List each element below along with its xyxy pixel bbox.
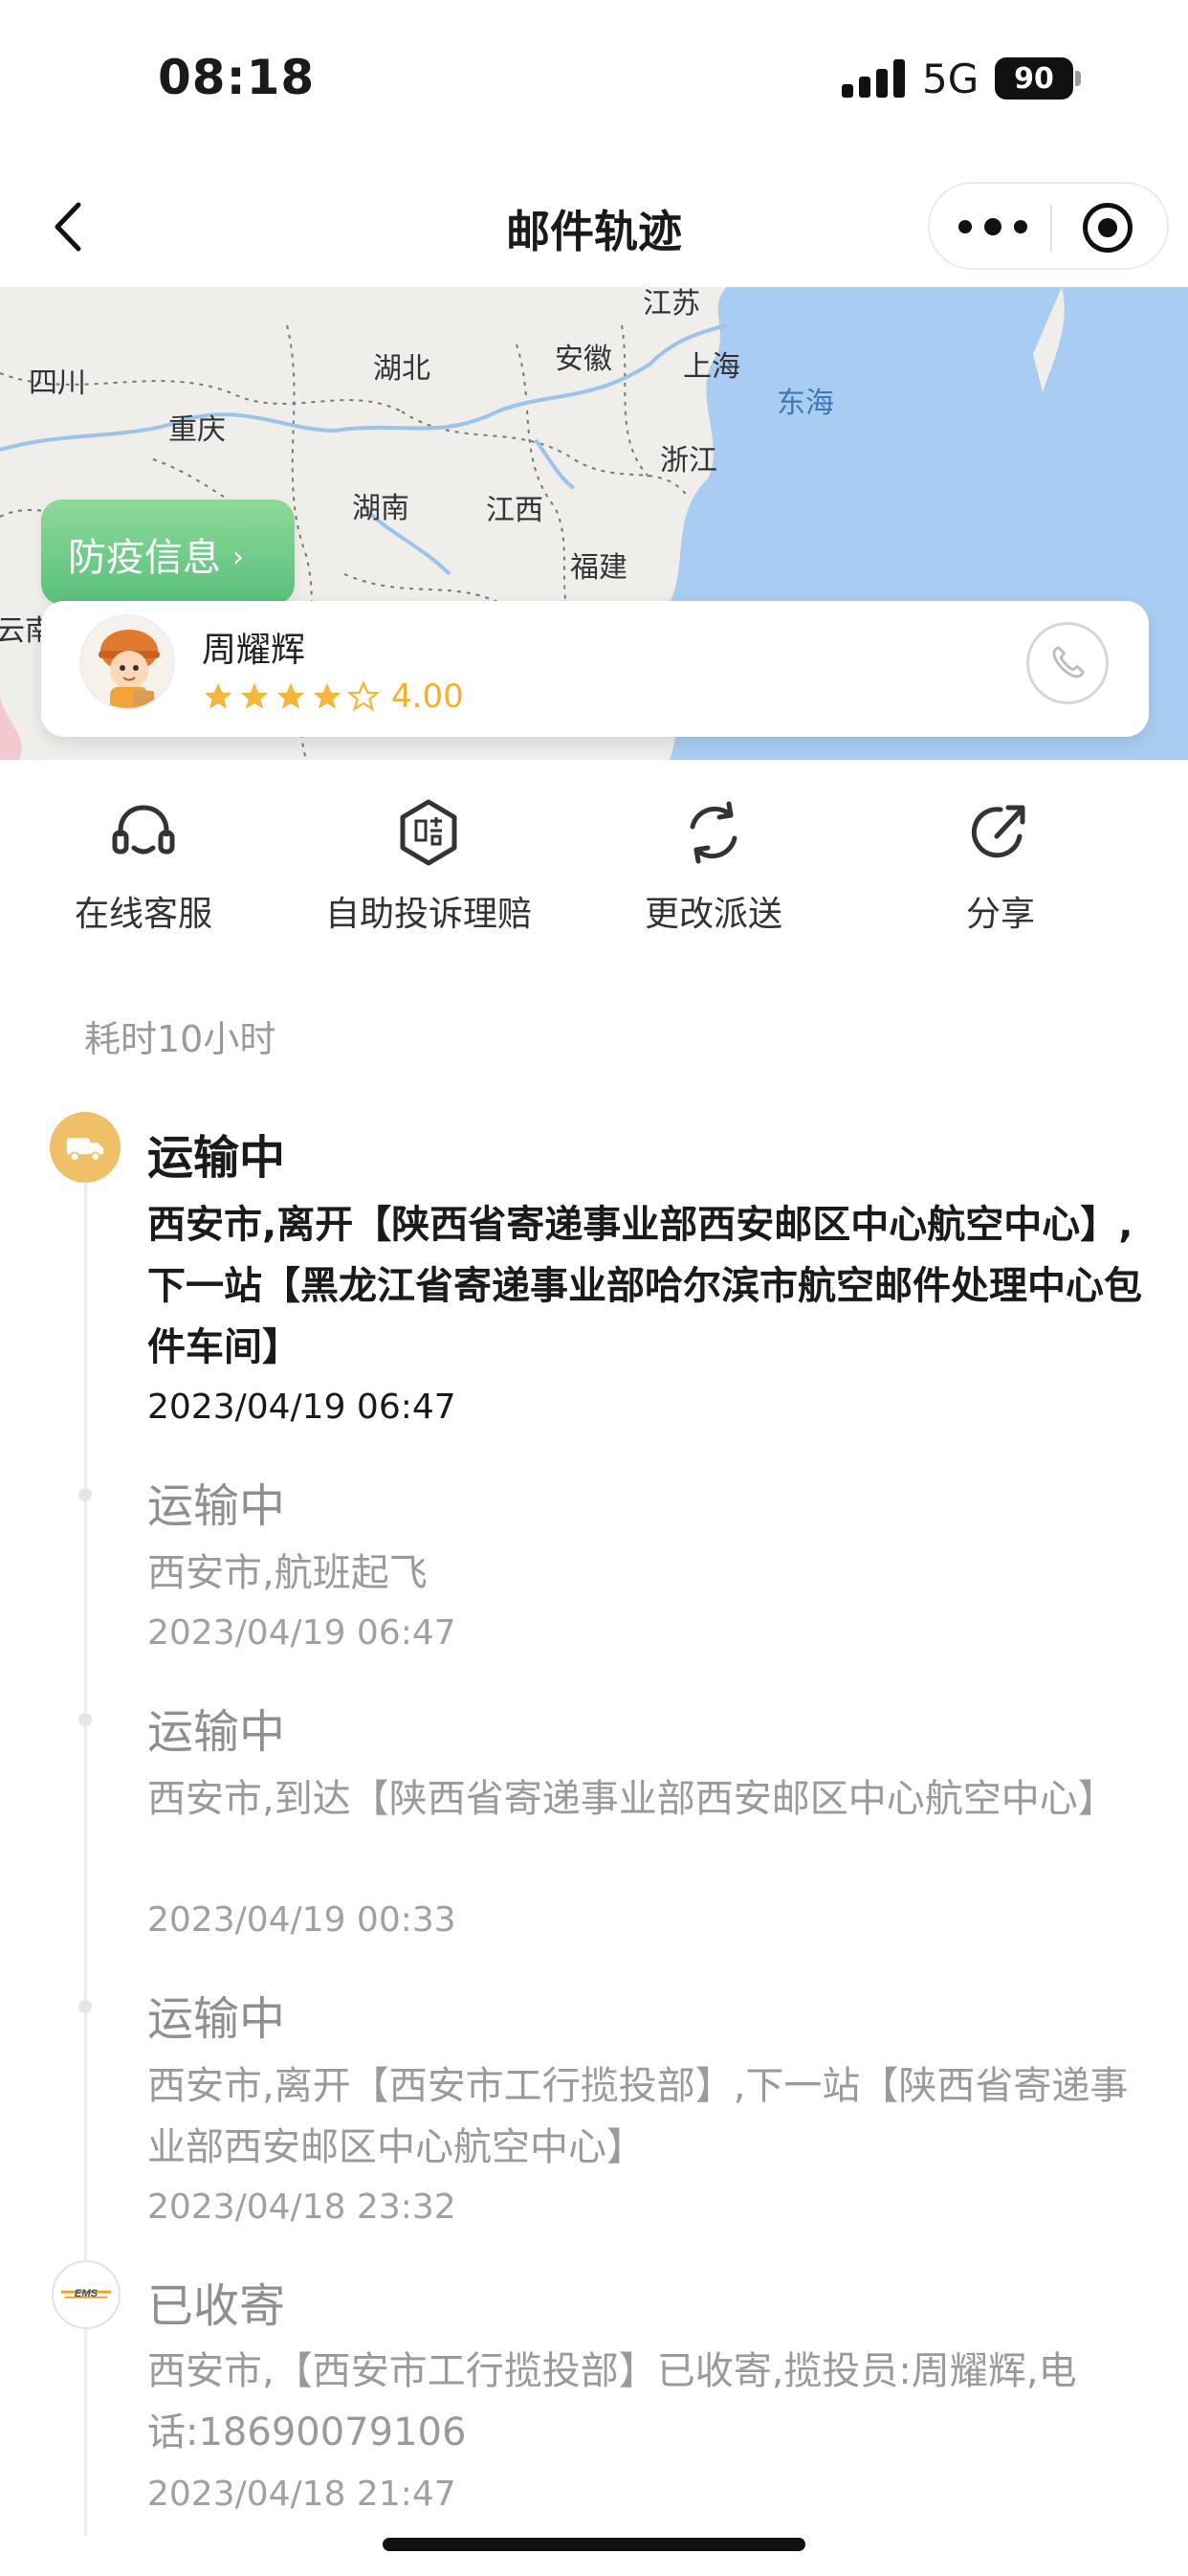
map-label: 福建: [570, 551, 627, 585]
call-courier-button[interactable]: [1026, 622, 1109, 704]
ems-logo-badge: EMS: [52, 2260, 121, 2329]
map-label: 湖南: [352, 492, 409, 525]
timeline-status: 已收寄: [147, 2279, 286, 2333]
timeline-time: 2023/04/19 06:47: [147, 1613, 456, 1653]
star-filled-icon: [276, 682, 305, 709]
timeline-description: 西安市,【西安市工行揽投部】已收寄,揽投员:周耀辉,电话:18690079106: [147, 2349, 1077, 2454]
timeline-line: [84, 1177, 87, 2536]
ems-logo-text: EMS: [75, 2288, 99, 2299]
courier-avatar: [79, 614, 175, 710]
timeline-dot: [78, 2000, 92, 2013]
home-indicator[interactable]: [383, 2538, 805, 2551]
star-filled-icon: [240, 682, 269, 709]
rating-value: 4.00: [391, 677, 464, 716]
timeline-status: 运输中: [147, 1479, 286, 1533]
share-icon: [971, 805, 1025, 858]
timeline-dot: [78, 1488, 92, 1501]
action-label: 分享: [965, 895, 1035, 934]
action-bar: 在线客服 自助投诉理赔 更改派送 分享: [0, 794, 1188, 938]
timeline-description: 西安市,离开【陕西省寄递事业部西安邮区中心航空中心】,下一站【黑龙江省寄递事业部…: [147, 1203, 1142, 1369]
timeline-time: 2023/04/18 21:47: [147, 2475, 456, 2514]
timeline-description: 西安市,航班起飞: [147, 1551, 428, 1595]
headset-icon: [112, 805, 175, 855]
map-label: 江西: [486, 494, 543, 527]
epidemic-info-button[interactable]: 防疫信息 ›: [41, 500, 295, 605]
map-label: 东海: [777, 387, 834, 420]
map-label: 浙江: [660, 444, 717, 477]
status-time: 08:18: [158, 50, 316, 105]
map-label: 安徽: [555, 343, 612, 376]
transit-duration: 耗时10小时: [84, 1018, 276, 1060]
courier-rating: 4.00: [202, 677, 464, 716]
nav-bar: 邮件轨迹: [0, 172, 1188, 287]
star-filled-icon: [313, 682, 341, 709]
star-filled-icon: [204, 682, 232, 709]
online-service-button[interactable]: 在线客服: [0, 794, 287, 936]
timeline-status: 运输中: [147, 1705, 286, 1759]
action-label: 在线客服: [74, 895, 212, 934]
map-label: 上海: [683, 350, 740, 384]
share-button[interactable]: 分享: [857, 794, 1144, 936]
refresh-icon: [690, 801, 737, 864]
in-transit-badge: [50, 1112, 121, 1183]
miniprogram-capsule: [928, 182, 1169, 270]
timeline-status: 运输中: [147, 1992, 286, 2046]
ems-logo-icon: EMS: [60, 2288, 112, 2299]
courier-card: 周耀辉 4.00: [41, 601, 1149, 737]
map-label: 重庆: [168, 413, 226, 447]
truck-icon: [66, 1138, 104, 1162]
battery-level: 90: [995, 57, 1073, 100]
network-label: 5G: [922, 56, 979, 102]
action-label: 自助投诉理赔: [324, 895, 532, 934]
timeline-dot: [78, 1713, 92, 1726]
map-label: 湖北: [373, 352, 430, 386]
compensation-icon: [400, 799, 457, 866]
courier-avatar-icon: [99, 630, 160, 708]
more-button[interactable]: [958, 205, 1027, 249]
phone-icon: [1052, 646, 1085, 678]
battery-icon: 90: [995, 57, 1081, 100]
timeline-time: 2023/04/19 00:33: [147, 1900, 456, 1940]
timeline-description: 西安市,离开【西安市工行揽投部】,下一站【陕西省寄递事业部西安邮区中心航空中心】: [147, 2064, 1129, 2169]
signal-icon: [842, 59, 905, 98]
timeline-time: 2023/04/18 23:32: [147, 2187, 456, 2227]
timeline-time: 2023/04/19 06:47: [147, 1388, 456, 1427]
close-miniprogram-button[interactable]: [1083, 203, 1133, 253]
epidemic-info-label: 防疫信息: [68, 536, 221, 580]
map-label: 四川: [29, 366, 86, 400]
star-empty-icon: [347, 680, 380, 712]
complaint-compensation-button[interactable]: 自助投诉理赔: [285, 794, 572, 936]
status-bar: 08:18 5G 90: [0, 0, 1188, 163]
timeline-description: 西安市,到达【陕西省寄递事业部西安邮区中心航空中心】: [147, 1777, 1116, 1821]
timeline-status: 运输中: [147, 1131, 286, 1185]
chevron-right-icon: ›: [232, 541, 244, 574]
change-delivery-button[interactable]: 更改派送: [570, 794, 857, 936]
page: 08:18 5G 90 邮件轨迹 四川 湖北 安徽 江苏 上海 东海 重庆 浙江…: [0, 0, 1188, 2576]
action-label: 更改派送: [644, 895, 782, 934]
courier-name: 周耀辉: [202, 631, 306, 670]
map-label: 江苏: [643, 287, 700, 321]
